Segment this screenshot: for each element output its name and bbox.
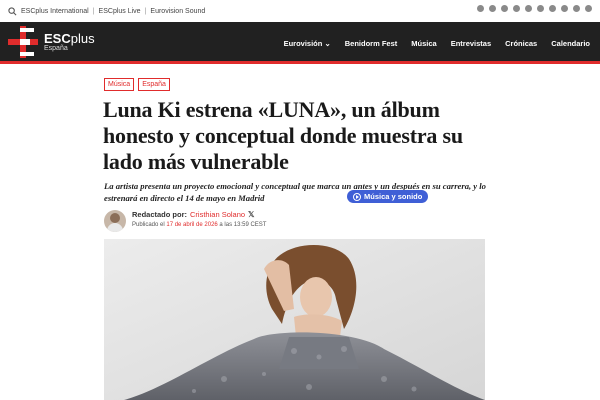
category-pill[interactable]: Música y sonido (347, 190, 429, 203)
facebook-icon[interactable] (477, 5, 484, 12)
nav-item-benidorm-fest[interactable]: Benidorm Fest (345, 39, 398, 48)
tag-musica[interactable]: Música (104, 78, 135, 91)
avatar[interactable] (104, 210, 126, 232)
play-icon (353, 192, 361, 201)
spotify-icon[interactable] (537, 5, 544, 12)
search-icon[interactable] (8, 6, 17, 16)
logo-subtitle: España (44, 44, 68, 52)
article-lead: La artista presenta un proyecto emociona… (104, 181, 486, 203)
article-tags: Música España (104, 78, 170, 91)
nav-item-cronicas[interactable]: Crónicas (505, 39, 537, 48)
author-link[interactable]: Cristhian Solano (190, 210, 245, 219)
social-links (477, 5, 592, 12)
nav-item-eurovision[interactable]: Eurovisión ⌄ (284, 39, 331, 48)
article-title: Luna Ki estrena «LUNA», un álbum honesto… (103, 97, 463, 174)
logo-mark-icon (8, 25, 38, 58)
tag-espana[interactable]: España (138, 78, 170, 91)
byline-prefix: Redactado por: (132, 210, 188, 219)
author-block: Redactado por: Cristhian Solano 𝕏 Public… (104, 210, 266, 232)
site-logo[interactable]: ESCplus España (8, 25, 95, 58)
youtube-icon[interactable] (513, 5, 520, 12)
nav-item-calendario[interactable]: Calendario (551, 39, 590, 48)
nav-item-entrevistas[interactable]: Entrevistas (451, 39, 491, 48)
email-icon[interactable] (525, 5, 532, 12)
twitch-icon[interactable] (585, 5, 592, 12)
link-escplus-live[interactable]: ESCplus Live (99, 8, 141, 15)
link-eurovision-sound[interactable]: Eurovision Sound (150, 8, 205, 15)
x-profile-icon[interactable]: 𝕏 (248, 210, 254, 219)
chevron-down-icon: ⌄ (324, 38, 331, 48)
primary-nav: Eurovisión ⌄ Benidorm Fest Música Entrev… (284, 22, 590, 64)
link-escplus-international[interactable]: ESCplus International (21, 8, 89, 15)
utility-links: ESCplus International | ESCplus Live | E… (8, 6, 205, 16)
logo-wordmark: ESCplus (44, 30, 95, 46)
top-utility-bar: ESCplus International | ESCplus Live | E… (0, 0, 600, 22)
instagram-icon[interactable] (501, 5, 508, 12)
whatsapp-icon[interactable] (561, 5, 568, 12)
hero-image (104, 239, 485, 400)
byline: Redactado por: Cristhian Solano 𝕏 (132, 210, 266, 219)
nav-item-musica[interactable]: Música (411, 39, 436, 48)
main-navbar: ESCplus España Eurovisión ⌄ Benidorm Fes… (0, 22, 600, 64)
tiktok-icon[interactable] (573, 5, 580, 12)
telegram-icon[interactable] (549, 5, 556, 12)
category-pill-label: Música y sonido (364, 192, 423, 201)
x-icon[interactable] (489, 5, 496, 12)
publish-date: Publicado el 17 de abril de 2026 a las 1… (132, 222, 267, 228)
